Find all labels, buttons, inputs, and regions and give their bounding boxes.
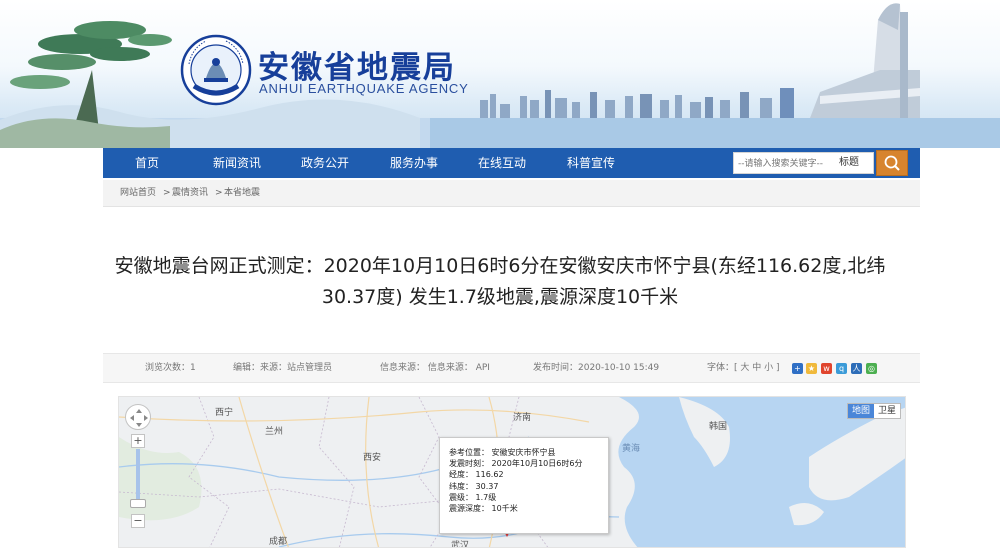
- nav-item-home[interactable]: 首页: [135, 148, 159, 178]
- earthquake-location-map[interactable]: 西宁 兰州 西安 济南 韩国 黄海 成都 武汉 + − 地图 卫星 参考位置： …: [118, 396, 906, 548]
- article-title: 安徽地震台网正式测定：2020年10月10日6时6分在安徽安庆市怀宁县(东经11…: [114, 255, 886, 308]
- main-nav: 首页 新闻资讯 政务公开 服务办事 在线互动 科普宣传 标题: [103, 148, 920, 178]
- breadcrumb-separator: >: [163, 188, 171, 198]
- city-skyline: [480, 88, 794, 118]
- info-depth: 震源深度： 10千米: [449, 504, 518, 514]
- pine-tree-illustration: [0, 21, 172, 148]
- info-time: 发震时刻： 2020年10月10日6时6分: [449, 459, 583, 469]
- search-input[interactable]: [738, 156, 830, 171]
- view-count: 浏览次数：1: [145, 363, 196, 373]
- search-box: 标题: [733, 152, 874, 174]
- earthquake-info-window: 参考位置： 安徽安庆市怀宁县 发震时刻： 2020年10月10日6时6分 经度：…: [439, 437, 609, 534]
- weibo-icon[interactable]: w: [821, 363, 832, 374]
- breadcrumb: 网站首页 > 震情资讯 > 本省地震: [103, 180, 920, 207]
- wechat-icon[interactable]: ◎: [866, 363, 877, 374]
- map-label-wuhan: 武汉: [451, 541, 470, 548]
- map-label-chengdu: 成都: [269, 537, 288, 547]
- map-pan-control[interactable]: [125, 404, 151, 430]
- breadcrumb-news[interactable]: 震情资讯: [172, 180, 208, 207]
- map-label-korea: 韩国: [709, 422, 728, 432]
- pan-arrows-icon: [130, 409, 148, 427]
- article-meta-bar: 浏览次数：1 编辑：来源：站点管理员 信息来源： 信息来源： API 发布时间：…: [103, 353, 920, 383]
- nav-item-services[interactable]: 服务办事: [390, 148, 438, 178]
- map-label-lanzhou: 兰州: [265, 427, 284, 437]
- nav-item-interaction[interactable]: 在线互动: [478, 148, 526, 178]
- publish-time: 发布时间：2020-10-10 15:49: [533, 363, 660, 373]
- qq-weibo-icon[interactable]: q: [836, 363, 847, 374]
- zoom-out-button[interactable]: −: [131, 514, 145, 528]
- font-size-control[interactable]: 字体：[ 大 中 小 ]: [707, 354, 779, 382]
- search-button[interactable]: [876, 150, 908, 176]
- qzone-icon[interactable]: +: [792, 363, 803, 374]
- map-label-xian: 西安: [363, 453, 382, 463]
- map-type-toggle: 地图 卫星: [847, 403, 902, 419]
- nav-item-news[interactable]: 新闻资讯: [213, 148, 261, 178]
- info-magnitude: 震级： 1.7级: [449, 492, 497, 502]
- map-type-map-button[interactable]: 地图: [848, 404, 875, 418]
- star-icon[interactable]: ★: [806, 363, 817, 374]
- nav-item-gov-affairs[interactable]: 政务公开: [301, 148, 349, 178]
- map-type-satellite-button[interactable]: 卫星: [874, 404, 900, 418]
- magnifier-icon: [884, 155, 900, 171]
- landmark-tower: [810, 3, 920, 118]
- renren-icon[interactable]: 人: [851, 363, 862, 374]
- editor-info: 编辑：来源：站点管理员: [233, 363, 333, 373]
- info-latitude: 纬度： 30.37: [449, 481, 499, 491]
- zoom-in-button[interactable]: +: [131, 434, 145, 448]
- banner-scenery: [0, 3, 1000, 148]
- page: 安徽省地震局 ANHUI EARTHQUAKE AGENCY 首页 新闻资讯 政…: [0, 0, 1000, 548]
- zoom-slider-track[interactable]: [136, 449, 140, 499]
- header-banner: 安徽省地震局 ANHUI EARTHQUAKE AGENCY: [0, 0, 1000, 148]
- breadcrumb-home[interactable]: 网站首页: [120, 180, 156, 207]
- map-label-yellow-sea: 黄海: [622, 444, 641, 454]
- map-label-xining: 西宁: [215, 408, 234, 418]
- earthquake-administration-emblem: [180, 34, 252, 106]
- map-label-jinan: 济南: [513, 413, 532, 423]
- search-type-select[interactable]: 标题: [839, 153, 859, 173]
- breadcrumb-current: 本省地震: [224, 188, 261, 198]
- zoom-slider-thumb[interactable]: [130, 499, 146, 508]
- nav-item-science[interactable]: 科普宣传: [567, 148, 615, 178]
- site-subtitle: ANHUI EARTHQUAKE AGENCY: [259, 81, 469, 96]
- info-location: 参考位置： 安徽安庆市怀宁县: [449, 448, 556, 457]
- source-info: 信息来源： 信息来源： API: [380, 363, 490, 373]
- breadcrumb-separator: >: [215, 188, 223, 198]
- info-longitude: 经度： 116.62: [449, 470, 504, 480]
